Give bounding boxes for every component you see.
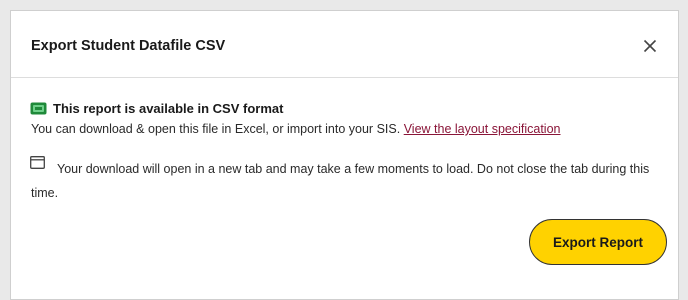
export-dialog: Export Student Datafile CSV This report … xyxy=(10,10,679,300)
csv-file-icon xyxy=(30,102,47,115)
header-divider xyxy=(11,77,678,78)
download-note: Your download will open in a new tab and… xyxy=(31,162,650,200)
dialog-title: Export Student Datafile CSV xyxy=(31,38,226,54)
layout-spec-link[interactable]: View the layout specification xyxy=(404,122,561,136)
availability-description: You can download & open this file in Exc… xyxy=(31,122,561,136)
close-icon xyxy=(643,39,657,53)
availability-text: You can download & open this file in Exc… xyxy=(31,122,401,136)
availability-heading: This report is available in CSV format xyxy=(53,101,284,116)
close-button[interactable] xyxy=(639,35,661,57)
export-report-button[interactable]: Export Report xyxy=(529,219,667,265)
